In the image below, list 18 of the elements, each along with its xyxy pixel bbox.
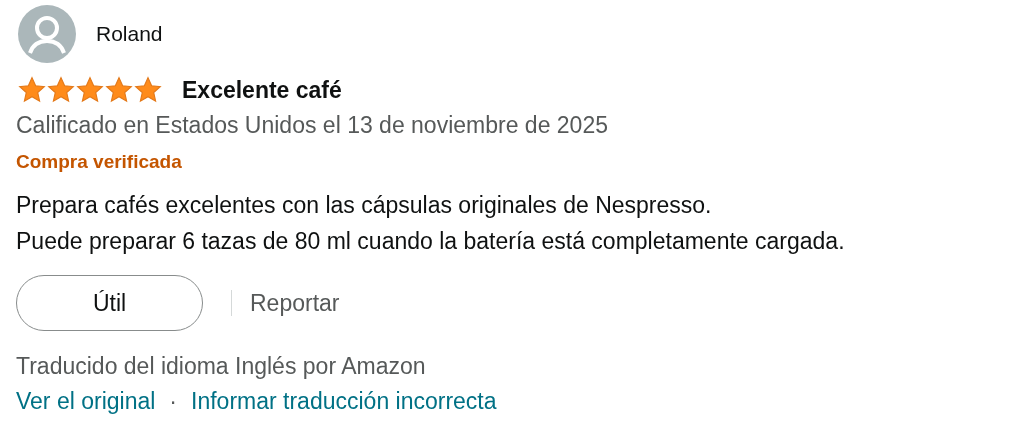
original-link[interactable]: Ver el original <box>16 388 156 415</box>
report-translation-link[interactable]: Informar traducción incorrecta <box>191 388 497 415</box>
star-icon <box>134 76 162 104</box>
star-icon <box>105 76 133 104</box>
helpful-button[interactable]: Útil <box>16 275 203 331</box>
report-link[interactable]: Reportar <box>250 289 340 317</box>
star-icon <box>76 76 104 104</box>
translation-note: Traducido del idioma Inglés por Amazon <box>16 353 426 380</box>
separator-dot: · <box>169 388 178 415</box>
review-date: Calificado en Estados Unidos el 13 de noviembre de 2025 <box>16 112 608 139</box>
review-text: Puede preparar 6 tazas de 80 ml cuando la batería está completamente cargada. <box>16 227 846 256</box>
star-icon <box>18 76 46 104</box>
author-name: Roland <box>96 22 163 46</box>
verified-purchase-label: Compra verificada <box>16 151 182 173</box>
review-text: Prepara cafés excelentes con las cápsulas originales de Nespresso. <box>16 191 713 220</box>
star-icon <box>47 76 75 104</box>
avatar-icon <box>18 5 76 63</box>
review-title: Excelente café <box>182 76 342 104</box>
